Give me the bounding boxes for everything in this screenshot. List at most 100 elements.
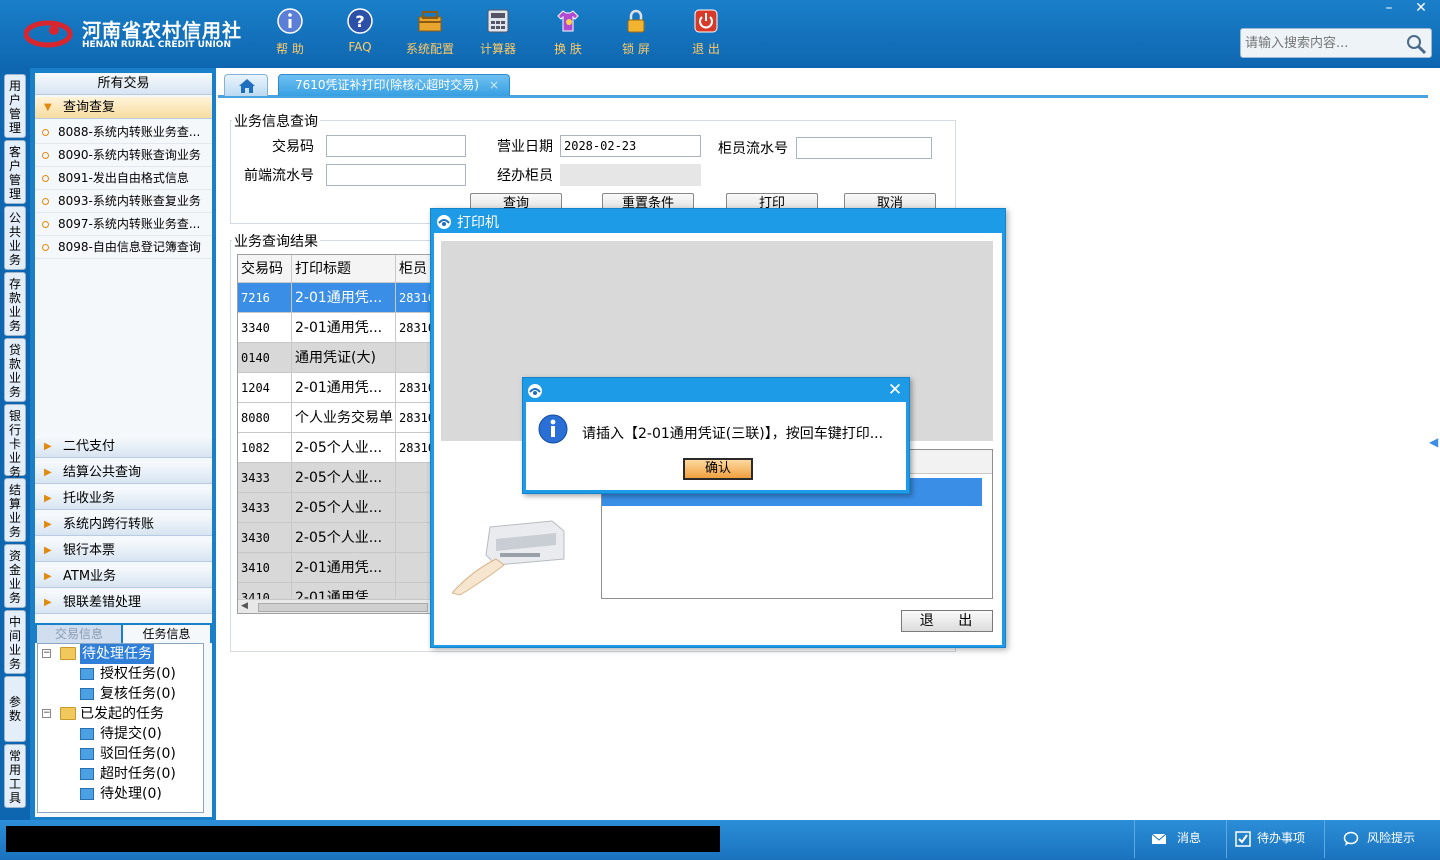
query-section-header[interactable]: ▼ 查询查复 [35, 97, 212, 119]
cell-txn-code[interactable]: 0140 [238, 343, 292, 373]
vtab-loan-business[interactable]: 贷款业务 [4, 338, 26, 402]
chat-icon [1343, 831, 1359, 846]
risk-alert-button[interactable]: 风险提示 [1324, 820, 1434, 858]
confirm-button[interactable]: 确认 [683, 458, 753, 480]
cell-print-title[interactable]: 2-05个人业... [292, 433, 396, 463]
vtab-deposit-business[interactable]: 存款业务 [4, 272, 26, 336]
left-panel-inner: 所有交易 ▼ 查询查复 8088-系统内转账业务查... 8090-系统内转账查… [35, 73, 212, 817]
logo: 河南省农村信用社 HENAN RURAL CREDIT UNION [24, 12, 244, 54]
collapsed-arrow-icon: ▶ [44, 467, 52, 478]
lock-icon [627, 9, 645, 33]
col-header-print-title[interactable]: 打印标题 [292, 255, 396, 283]
section-bank-draft[interactable]: ▶ 银行本票 [35, 540, 212, 562]
cell-txn-code[interactable]: 3433 [238, 493, 292, 523]
cell-txn-code[interactable]: 1082 [238, 433, 292, 463]
message-box: ✕ 请插入【2-01通用凭证(三联)】，按回车键打印... 确认 [522, 377, 910, 494]
cell-txn-code[interactable]: 8080 [238, 403, 292, 433]
cell-txn-code[interactable]: 3433 [238, 463, 292, 493]
close-window-button[interactable]: ✕ [1406, 0, 1436, 18]
vtab-user-management[interactable]: 用户管理 [4, 74, 26, 138]
search-icon[interactable] [1405, 33, 1427, 55]
collapse-icon[interactable]: − [42, 649, 51, 658]
all-transactions-header[interactable]: 所有交易 [35, 73, 212, 95]
calculator-button[interactable]: 计算器 [468, 8, 528, 62]
lock-screen-button[interactable]: 锁 屏 [606, 8, 666, 62]
printer-exit-button[interactable]: 退 出 [901, 610, 993, 632]
cell-print-title[interactable]: 个人业务交易单 [292, 403, 396, 433]
menu-item-8097[interactable]: 8097-系统内转账业务查... [35, 213, 212, 236]
vtab-settlement-business[interactable]: 结算业务 [4, 478, 26, 542]
left-panel: 所有交易 ▼ 查询查复 8088-系统内转账业务查... 8090-系统内转账查… [30, 68, 216, 820]
printer-dialog-title: 打印机 [457, 215, 499, 231]
txn-code-input[interactable] [326, 135, 466, 157]
minimize-button[interactable]: – [1374, 0, 1404, 18]
vtab-card-business[interactable]: 银行卡业务 [4, 404, 26, 479]
cell-print-title[interactable]: 2-05个人业... [292, 493, 396, 523]
section-atm[interactable]: ▶ ATM业务 [35, 566, 212, 588]
menu-item-8098[interactable]: 8098-自由信息登记簿查询 [35, 236, 212, 259]
cell-print-title[interactable]: 2-01通用凭... [292, 283, 396, 313]
search-input[interactable] [1245, 34, 1405, 52]
cell-print-title[interactable]: 2-01通用凭... [292, 313, 396, 343]
col-header-txn-code[interactable]: 交易码 [238, 255, 292, 283]
vtab-public-business[interactable]: 公共业务 [4, 206, 26, 270]
tab-voucher-reprint[interactable]: 7610凭证补打印(除核心超时交易) × [278, 74, 510, 96]
menu-item-8093[interactable]: 8093-系统内转账查复业务 [35, 190, 212, 213]
vtab-customer-management[interactable]: 客户管理 [4, 140, 26, 204]
todo-button[interactable]: 待办事项 [1226, 820, 1324, 858]
cell-txn-code[interactable]: 3430 [238, 523, 292, 553]
section-second-gen-payment[interactable]: ▶ 二代支付 [35, 436, 212, 458]
menu-item-8090[interactable]: 8090-系统内转账查询业务 [35, 144, 212, 167]
vtab-fund-business[interactable]: 资金业务 [4, 544, 26, 608]
menu-item-label: 8093-系统内转账查复业务 [58, 194, 201, 208]
section-interbank-transfer[interactable]: ▶ 系统内跨行转账 [35, 514, 212, 536]
cell-print-title[interactable]: 2-05个人业... [292, 463, 396, 493]
horizontal-scrollbar[interactable]: ◀ [238, 599, 436, 613]
vtab-common-tools[interactable]: 常用工具 [4, 744, 26, 808]
vtab-intermediary-business[interactable]: 中间业务 [4, 610, 26, 674]
message-close-button[interactable]: ✕ [885, 380, 905, 400]
collapse-right-icon[interactable]: ◀ [1429, 435, 1439, 453]
section-settlement-query[interactable]: ▶ 结算公共查询 [35, 462, 212, 484]
tab-transaction-info[interactable]: 交易信息 [37, 625, 121, 643]
cell-txn-code[interactable]: 1204 [238, 373, 292, 403]
cell-txn-code[interactable]: 7216 [238, 283, 292, 313]
tab-close-button[interactable]: × [489, 75, 499, 95]
section-collection[interactable]: ▶ 托收业务 [35, 488, 212, 510]
help-button[interactable]: 帮 助 [260, 8, 320, 62]
vtab-parameters[interactable]: 参数 [4, 676, 26, 742]
messages-button[interactable]: 消息 [1134, 820, 1226, 858]
system-config-button[interactable]: 系统配置 [400, 8, 460, 62]
front-serial-input[interactable] [326, 164, 466, 186]
faq-button[interactable]: ? FAQ [330, 8, 390, 62]
cell-txn-code[interactable]: 3410 [238, 553, 292, 583]
collapsed-arrow-icon: ▶ [44, 571, 52, 582]
cell-print-title[interactable]: 2-01通用凭... [292, 373, 396, 403]
query-section-label: 查询查复 [63, 100, 116, 115]
logo-swirl-icon [24, 20, 73, 48]
menu-item-label: 8097-系统内转账业务查... [58, 217, 201, 231]
bullet-icon [42, 198, 49, 205]
collapsed-arrow-icon: ▶ [44, 441, 52, 452]
biz-date-input[interactable]: 2028-02-23 [560, 135, 701, 157]
cell-print-title[interactable]: 2-01通用凭... [292, 553, 396, 583]
cell-print-title[interactable]: 2-05个人业... [292, 523, 396, 553]
exit-button[interactable]: 退 出 [676, 8, 736, 62]
change-skin-button[interactable]: 换 肤 [538, 8, 598, 62]
menu-item-8091[interactable]: 8091-发出自由格式信息 [35, 167, 212, 190]
cell-print-title[interactable]: 通用凭证(大) [292, 343, 396, 373]
tab-task-info[interactable]: 任务信息 [123, 625, 210, 643]
teller-serial-input[interactable] [796, 137, 932, 159]
scroll-left-icon[interactable]: ◀ [241, 601, 248, 611]
collapse-icon[interactable]: − [42, 709, 51, 718]
menu-item-8088[interactable]: 8088-系统内转账业务查... [35, 121, 212, 144]
teller-serial-label: 柜员流水号 [718, 141, 788, 157]
cell-txn-code[interactable]: 3340 [238, 313, 292, 343]
status-bar: 消息 待办事项 风险提示 [0, 820, 1440, 860]
section-unionpay-error[interactable]: ▶ 银联差错处理 [35, 592, 212, 614]
system-config-label: 系统配置 [405, 42, 454, 56]
scroll-thumb[interactable] [258, 603, 428, 612]
handling-teller-input[interactable] [560, 164, 701, 186]
home-tab[interactable] [224, 74, 268, 96]
menu-item-label: 8090-系统内转账查询业务 [58, 148, 201, 162]
